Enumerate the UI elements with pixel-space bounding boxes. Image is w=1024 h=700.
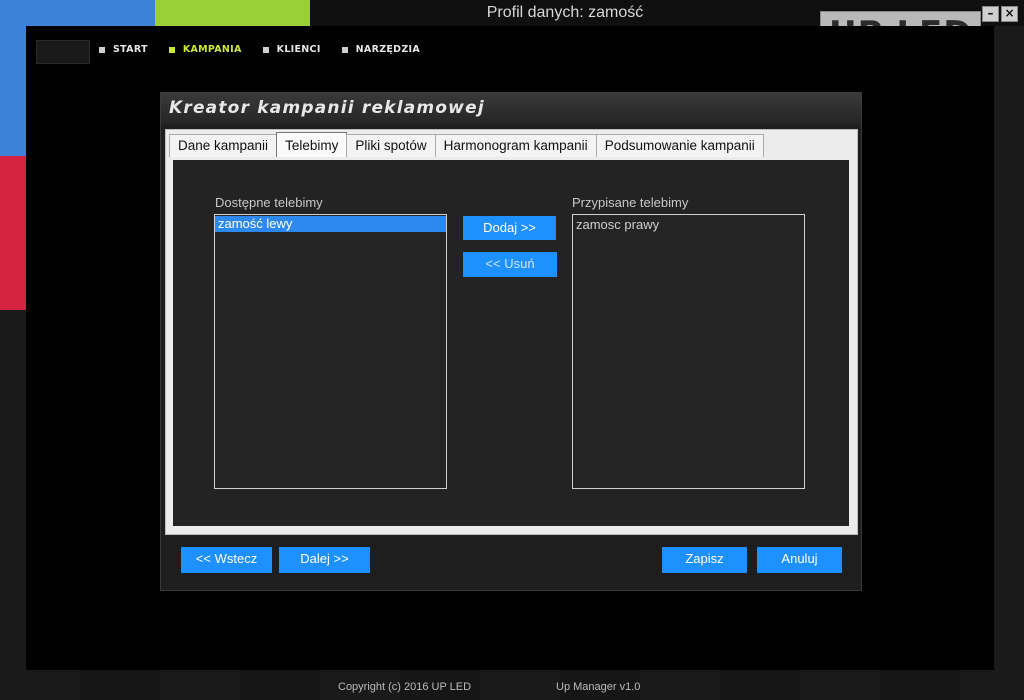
tab-content: Dostępne telebimy zamość lewy Dodaj >> <…: [173, 160, 849, 526]
add-button[interactable]: Dodaj >>: [463, 216, 556, 240]
remove-button[interactable]: << Usuń: [463, 252, 557, 277]
nav-item-label: START: [113, 44, 148, 55]
main-nav: START KAMPANIA KLIENCI NARZĘDZIA: [99, 44, 441, 55]
dialog-title: Kreator kampanii reklamowej: [169, 98, 485, 118]
minimize-icon[interactable]: –: [982, 6, 999, 22]
nav-item-narzedzia[interactable]: NARZĘDZIA: [341, 44, 421, 55]
nav-item-label: KLIENCI: [276, 44, 321, 55]
next-button[interactable]: Dalej >>: [279, 547, 370, 573]
version-text: Up Manager v1.0: [556, 681, 641, 693]
list-item[interactable]: zamość lewy: [215, 216, 446, 232]
assigned-screens-label: Przypisane telebimy: [572, 195, 689, 210]
save-button[interactable]: Zapisz: [662, 547, 747, 573]
bullet-icon: [341, 46, 348, 53]
window-title: Profil danych: zamość: [486, 4, 644, 21]
nav-item-klienci[interactable]: KLIENCI: [262, 44, 321, 55]
tab-podsumowanie[interactable]: Podsumowanie kampanii: [595, 134, 764, 157]
nav-item-start[interactable]: START: [99, 44, 148, 55]
cancel-button[interactable]: Anuluj: [757, 547, 842, 573]
nav-placeholder-box: [36, 40, 90, 64]
assigned-screens-list[interactable]: zamosc prawy: [572, 214, 805, 489]
copyright-text: Copyright (c) 2016 UP LED: [338, 681, 472, 693]
list-item[interactable]: zamosc prawy: [573, 217, 804, 233]
wizard-tabs: Dane kampanii Telebimy Pliki spotów Harm…: [169, 132, 764, 158]
campaign-wizard-dialog: Kreator kampanii reklamowej Dane kampani…: [160, 92, 862, 591]
back-button[interactable]: << Wstecz: [181, 547, 272, 573]
available-screens-list[interactable]: zamość lewy: [214, 214, 447, 489]
bullet-icon: [262, 46, 269, 53]
tab-harmonogram[interactable]: Harmonogram kampanii: [434, 134, 597, 157]
nav-item-label: KAMPANIA: [182, 44, 242, 55]
dialog-header: Kreator kampanii reklamowej: [161, 93, 861, 125]
available-screens-label: Dostępne telebimy: [215, 195, 323, 210]
bullet-icon: [168, 46, 175, 53]
nav-item-label: NARZĘDZIA: [355, 44, 421, 55]
tab-pliki-spotow[interactable]: Pliki spotów: [346, 134, 436, 157]
close-icon[interactable]: ×: [1001, 6, 1018, 22]
tab-dane-kampanii[interactable]: Dane kampanii: [169, 134, 278, 157]
bullet-icon: [99, 46, 105, 53]
wizard-panel: Dane kampanii Telebimy Pliki spotów Harm…: [165, 129, 858, 535]
tab-telebimy[interactable]: Telebimy: [276, 132, 348, 157]
nav-item-kampania[interactable]: KAMPANIA: [168, 44, 242, 55]
